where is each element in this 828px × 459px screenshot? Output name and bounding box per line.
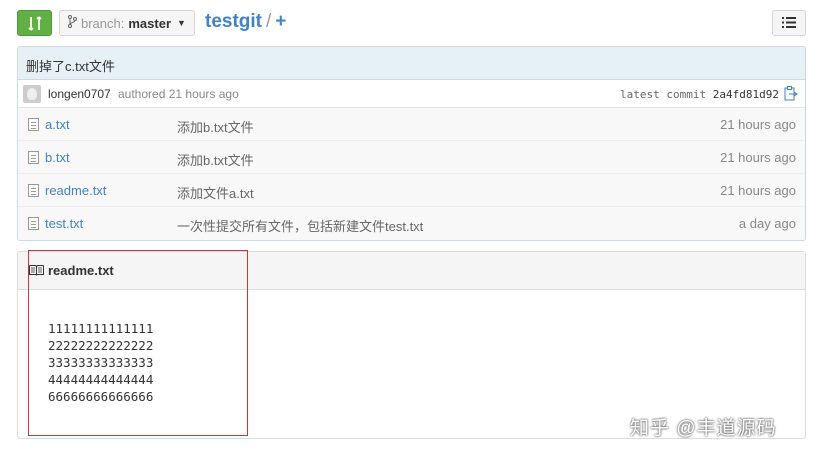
branch-prefix: branch: [81, 15, 125, 31]
commit-author[interactable]: longen0707 [48, 87, 111, 101]
commit-sha[interactable]: 2a4fd81d92 [713, 88, 779, 101]
file-row: a.txt 添加b.txt文件 21 hours ago [18, 108, 805, 141]
file-browser: 删掉了c.txt文件 longen0707 authored 21 hours … [17, 46, 806, 241]
file-row: b.txt 添加b.txt文件 21 hours ago [18, 141, 805, 174]
readme-panel: readme.txt 11111111111111 22222222222222… [17, 251, 806, 439]
readme-line: 44444444444444 [48, 372, 154, 387]
branch-icon [68, 15, 77, 31]
file-icon [28, 118, 39, 131]
file-name-link[interactable]: b.txt [45, 150, 70, 165]
latest-commit-label: latest commit [620, 88, 707, 101]
commit-authored-time: authored 21 hours ago [118, 87, 239, 101]
file-name-link[interactable]: test.txt [45, 216, 83, 231]
compare-button[interactable] [17, 10, 52, 36]
breadcrumb: testgit / + [205, 11, 286, 33]
branch-name: master [128, 15, 172, 31]
readme-header: readme.txt [18, 252, 805, 290]
file-commit-message[interactable]: 添加b.txt文件 [177, 117, 254, 136]
repo-toolbar: branch: master ▼ testgit / + [17, 10, 806, 36]
new-file-link[interactable]: + [275, 11, 286, 32]
book-icon [29, 264, 44, 279]
file-age: 21 hours ago [720, 117, 796, 132]
file-icon [28, 217, 39, 230]
readme-line: 66666666666666 [48, 389, 154, 404]
file-age: 21 hours ago [720, 150, 796, 165]
file-row: test.txt 一次性提交所有文件，包括新建文件test.txt a day … [18, 207, 805, 240]
readme-line: 33333333333333 [48, 355, 154, 370]
file-row: readme.txt 添加文件a.txt 21 hours ago [18, 174, 805, 207]
file-icon [28, 184, 39, 197]
readme-line: 11111111111111 [48, 321, 154, 336]
list-icon [782, 16, 796, 31]
breadcrumb-separator: / [266, 11, 272, 32]
file-commit-message[interactable]: 添加b.txt文件 [177, 150, 254, 169]
list-view-button[interactable] [772, 10, 806, 36]
file-name-link[interactable]: readme.txt [45, 183, 106, 198]
commit-message[interactable]: 删掉了c.txt文件 [18, 47, 805, 80]
file-commit-message[interactable]: 一次性提交所有文件，包括新建文件test.txt [177, 216, 423, 235]
file-age: 21 hours ago [720, 183, 796, 198]
repo-name-link[interactable]: testgit [205, 11, 262, 32]
commit-meta: longen0707 authored 21 hours ago latest … [18, 80, 805, 108]
branch-selector[interactable]: branch: master ▼ [59, 10, 195, 36]
file-commit-message[interactable]: 添加文件a.txt [177, 183, 254, 202]
readme-content: 11111111111111 22222222222222 3333333333… [48, 320, 153, 405]
chevron-down-icon: ▼ [177, 18, 186, 28]
clipboard-icon[interactable] [784, 86, 798, 101]
readme-line: 22222222222222 [48, 338, 154, 353]
watermark: 知乎 @丰道源码 [630, 418, 777, 439]
readme-title: readme.txt [48, 263, 114, 278]
file-name-link[interactable]: a.txt [45, 117, 70, 132]
file-icon [28, 151, 39, 164]
avatar[interactable] [23, 85, 41, 103]
latest-commit: latest commit 2a4fd81d92 [620, 88, 779, 101]
file-age: a day ago [738, 216, 796, 231]
